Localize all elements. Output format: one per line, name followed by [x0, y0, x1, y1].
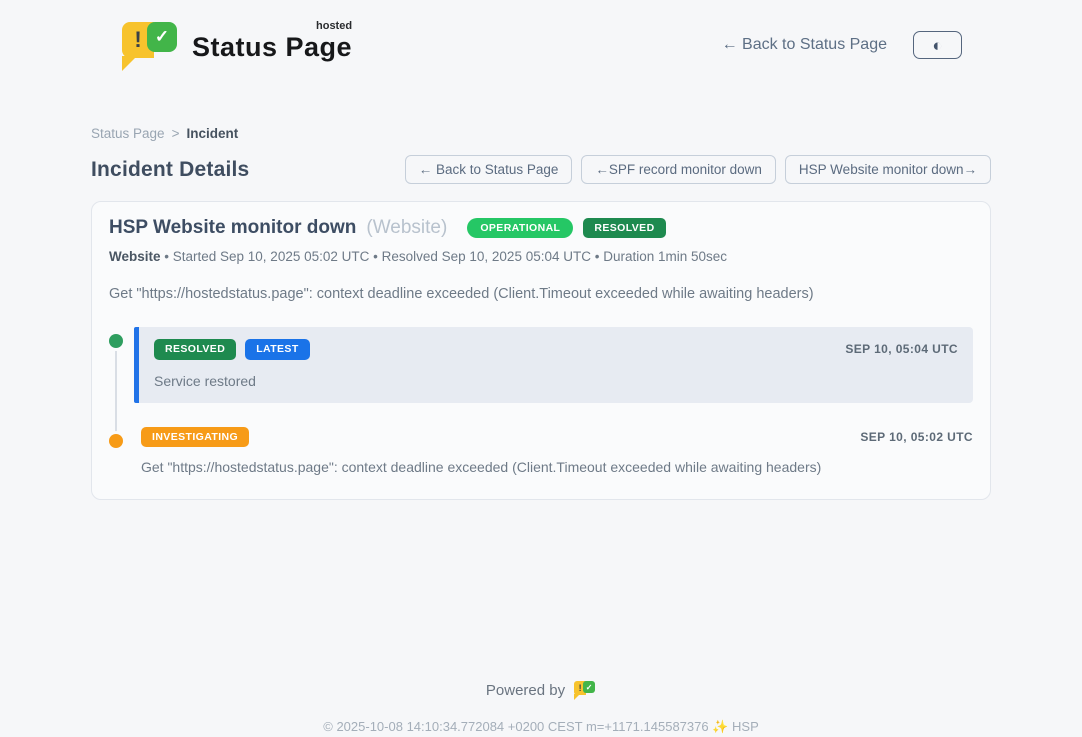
timeline-timestamp: SEP 10, 05:02 UTC: [860, 430, 973, 444]
powered-by: Powered by ! ✓: [0, 680, 1082, 701]
footer: Powered by ! ✓ © 2025-10-08 14:10:34.772…: [0, 680, 1082, 735]
status-page-mini-logo-icon[interactable]: ! ✓: [574, 680, 596, 701]
breadcrumb-separator: >: [172, 126, 180, 141]
timeline-entry-investigating: INVESTIGATING SEP 10, 05:02 UTC Get "htt…: [134, 427, 973, 476]
incident-timeline: RESOLVED LATEST SEP 10, 05:04 UTC Servic…: [109, 327, 973, 475]
breadcrumb-status-page[interactable]: Status Page: [91, 126, 165, 141]
title-row: Incident Details ← Back to Status Page ←…: [91, 155, 991, 184]
incident-meta-details: • Started Sep 10, 2025 05:02 UTC • Resol…: [161, 249, 728, 264]
header: ! ✓ Status Page hosted ← Back to Status …: [0, 0, 1082, 76]
prev-incident-button[interactable]: ←SPF record monitor down: [581, 155, 776, 184]
logo-hosted-label: hosted: [316, 20, 352, 32]
powered-by-label: Powered by: [486, 682, 565, 699]
resolved-status-badge: RESOLVED: [583, 218, 665, 239]
breadcrumb-incident: Incident: [186, 126, 238, 141]
main-content: Status Page > Incident Incident Details ← …: [91, 126, 991, 500]
incident-title-row: HSP Website monitor down (Website) OPERA…: [109, 217, 973, 239]
timeline-dot-investigating: [109, 434, 123, 448]
incident-nav-buttons: ← Back to Status Page ←SPF record monito…: [405, 155, 991, 184]
timeline-entry-latest: RESOLVED LATEST SEP 10, 05:04 UTC Servic…: [134, 327, 973, 403]
timeline-message: Service restored: [154, 373, 958, 389]
incident-service-name: Website: [109, 249, 161, 264]
incident-title: HSP Website monitor down: [109, 217, 356, 239]
incident-scope: (Website): [366, 217, 447, 239]
timeline-resolved-badge: RESOLVED: [154, 339, 236, 360]
back-to-status-page-button[interactable]: ← Back to Status Page: [405, 155, 573, 184]
header-back-to-status-link[interactable]: ← Back to Status Page: [722, 36, 887, 54]
logo-text-wrap: Status Page hosted: [192, 20, 352, 63]
logo: ! ✓ Status Page hosted: [122, 20, 352, 70]
timeline-investigating-badge: INVESTIGATING: [141, 427, 249, 448]
logo-text: Status Page: [192, 32, 352, 62]
contrast-icon: ◐: [932, 37, 942, 54]
breadcrumb: Status Page > Incident: [91, 126, 991, 141]
timeline-timestamp: SEP 10, 05:04 UTC: [845, 342, 958, 356]
theme-toggle-button[interactable]: ◐: [913, 31, 962, 59]
next-incident-button[interactable]: HSP Website monitor down→: [785, 155, 991, 184]
timeline-message: Get "https://hostedstatus.page": context…: [141, 459, 973, 475]
timeline-dot-resolved: [109, 334, 123, 348]
page-title: Incident Details: [91, 158, 249, 182]
incident-description: Get "https://hostedstatus.page": context…: [109, 286, 973, 302]
status-page-logo-icon: ! ✓: [122, 20, 178, 70]
timeline-connector-line: [115, 351, 117, 437]
logo-bubble-tail: [122, 56, 137, 71]
copyright-text: © 2025-10-08 14:10:34.772084 +0200 CEST …: [0, 719, 1082, 735]
timeline-item-investigating: INVESTIGATING SEP 10, 05:02 UTC Get "htt…: [109, 427, 973, 476]
operational-status-badge: OPERATIONAL: [467, 218, 573, 239]
incident-card: HSP Website monitor down (Website) OPERA…: [91, 201, 991, 500]
timeline-item-resolved: RESOLVED LATEST SEP 10, 05:04 UTC Servic…: [109, 327, 973, 403]
timeline-latest-badge: LATEST: [245, 339, 309, 360]
incident-meta: Website • Started Sep 10, 2025 05:02 UTC…: [109, 249, 973, 264]
logo-check-bubble: ✓: [147, 22, 177, 52]
header-right: ← Back to Status Page ◐: [722, 31, 962, 59]
